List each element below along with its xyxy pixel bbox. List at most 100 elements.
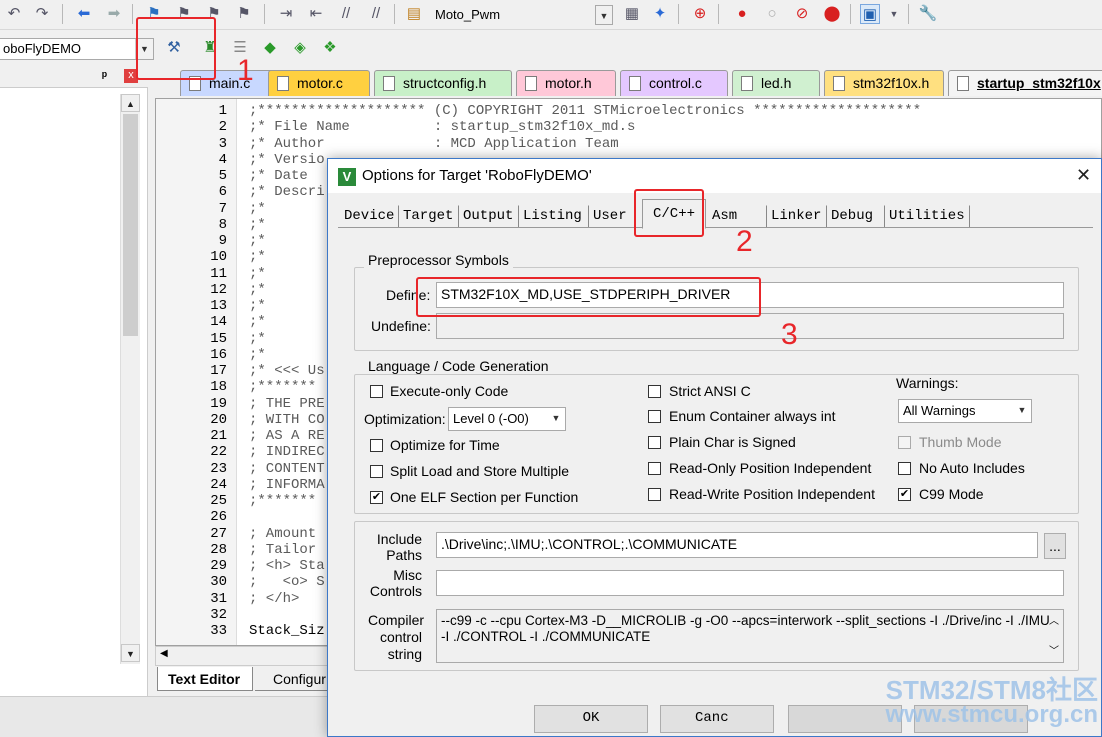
scroll-left-icon[interactable]: ◀ [160, 648, 168, 659]
code-line[interactable]: ;* Versio [249, 152, 325, 168]
include-paths-input[interactable]: .\Drive\inc;.\IMU;.\CONTROL;.\COMMUNICAT… [436, 532, 1038, 558]
code-line[interactable]: ;* [249, 266, 266, 282]
close-icon[interactable]: ✕ [1076, 165, 1091, 186]
redo-icon[interactable]: ↷ [32, 4, 52, 24]
scrollbar-thumb[interactable] [123, 114, 138, 336]
code-line[interactable]: ; CONTENT [249, 461, 325, 477]
window-layout-icon[interactable]: ▣ [860, 4, 880, 24]
tab-asm[interactable]: Asm [708, 205, 741, 227]
scroll-down-icon[interactable]: ▼ [121, 644, 140, 662]
tab-linker[interactable]: Linker [766, 205, 825, 227]
tab-device[interactable]: Device [340, 205, 398, 227]
code-line[interactable]: ; </h> [249, 591, 299, 607]
warnings-select[interactable]: All Warnings ▼ [898, 399, 1032, 423]
debug-start-icon[interactable]: ⊕ [690, 4, 710, 24]
code-line[interactable]: ; AS A RE [249, 428, 325, 444]
code-line[interactable]: ;* File Name : startup_stm32f10x_md.s [249, 119, 635, 135]
c99-mode-checkbox[interactable]: ✔ [898, 488, 911, 501]
run-env-icon[interactable]: ◆ [260, 38, 280, 58]
code-line[interactable]: ;* <<< Us [249, 363, 325, 379]
ok-button[interactable]: OK [534, 705, 648, 733]
code-line[interactable]: ;* [249, 233, 266, 249]
chevron-down-icon[interactable]: ▼ [884, 4, 904, 24]
magic-wand-icon[interactable]: ✦ [650, 4, 670, 24]
tab-control-c[interactable]: control.c [620, 70, 728, 96]
scroll-up-icon[interactable]: ︿ [1049, 614, 1059, 630]
tab-output[interactable]: Output [458, 205, 517, 227]
find-in-files-icon[interactable]: ▤ [404, 4, 424, 24]
code-line[interactable]: ;******* [249, 379, 316, 395]
pack-installer-icon[interactable]: ❖ [320, 38, 340, 58]
strict-ansi-checkbox[interactable] [648, 385, 661, 398]
breakpoint-disable-icon[interactable]: ○ [762, 4, 782, 24]
optimization-select[interactable]: Level 0 (-O0) ▼ [448, 407, 566, 431]
breakpoint-kill-icon[interactable]: ⬤ [822, 4, 842, 24]
wrench-icon[interactable]: 🔧 [918, 4, 938, 24]
tab-configuration[interactable]: Configur [255, 667, 335, 691]
tab-led-h[interactable]: led.h [732, 70, 820, 96]
nav-forward-icon[interactable]: ➡ [104, 4, 124, 24]
unindent-icon[interactable]: ⇤ [306, 4, 326, 24]
tab-user[interactable]: User [588, 205, 631, 227]
tab-debug[interactable]: Debug [826, 205, 877, 227]
tab-structconfig-h[interactable]: structconfig.h [374, 70, 512, 96]
code-line[interactable]: ; <o> S [249, 574, 325, 590]
code-line[interactable]: ;* [249, 249, 266, 265]
code-line[interactable]: ;* [249, 298, 266, 314]
code-line[interactable]: ;* [249, 347, 266, 363]
undo-icon[interactable]: ↶ [4, 4, 24, 24]
project-combo[interactable]: oboFlyDEMO ▼ [0, 38, 154, 60]
code-line[interactable]: ;* Descri [249, 184, 325, 200]
tab-listing[interactable]: Listing [518, 205, 586, 227]
code-line[interactable]: ; THE PRE [249, 396, 325, 412]
chevron-down-icon[interactable]: ▼ [1013, 400, 1031, 422]
code-line[interactable]: ;******************** (C) COPYRIGHT 2011… [249, 103, 921, 119]
execute-only-checkbox[interactable] [370, 385, 383, 398]
misc-controls-input[interactable] [436, 570, 1064, 596]
code-line[interactable]: ;* [249, 217, 266, 233]
bookmark-clear-icon[interactable]: ⚑ [234, 4, 254, 24]
code-line[interactable]: ; WITH CO [249, 412, 325, 428]
indent-icon[interactable]: ⇥ [276, 4, 296, 24]
scroll-up-icon[interactable]: ▲ [121, 94, 140, 112]
pin-icon[interactable]: ᵖ [102, 68, 107, 83]
uncomment-icon[interactable]: // [366, 4, 386, 24]
tab-motor-c[interactable]: motor.c [268, 70, 370, 96]
split-load-checkbox[interactable] [370, 465, 383, 478]
no-auto-includes-checkbox[interactable] [898, 462, 911, 475]
code-line[interactable]: ; Amount [249, 526, 316, 542]
code-line[interactable]: ;* Date [249, 168, 308, 184]
code-line[interactable]: ;* Author : MCD Application Team [249, 136, 619, 152]
optimize-time-checkbox[interactable] [370, 439, 383, 452]
enum-container-checkbox[interactable] [648, 410, 661, 423]
ro-pos-checkbox[interactable] [648, 462, 661, 475]
code-line[interactable]: ; INDIREC [249, 444, 325, 460]
code-line[interactable]: Stack_Siz [249, 623, 325, 639]
breakpoint-icon[interactable]: ● [732, 4, 752, 24]
horizontal-scrollbar[interactable]: ◀ [155, 646, 330, 666]
code-line[interactable]: ; Tailor [249, 542, 316, 558]
select-packs-icon[interactable]: ◈ [290, 38, 310, 58]
tab-stm32f10x-h[interactable]: stm32f10x.h [824, 70, 944, 96]
code-line[interactable]: ;* [249, 282, 266, 298]
code-line[interactable]: ;* [249, 314, 266, 330]
tab-text-editor[interactable]: Text Editor [157, 667, 253, 691]
target-combo[interactable]: Moto_Pwm ▼ [430, 4, 614, 26]
scroll-down-icon[interactable]: ﹀ [1049, 644, 1059, 660]
comment-icon[interactable]: // [336, 4, 356, 24]
project-panel-scrollbar[interactable]: ▲ ▼ [120, 94, 140, 664]
cancel-button[interactable]: Canc [660, 705, 774, 733]
tab-utilities[interactable]: Utilities [884, 205, 970, 227]
code-line[interactable]: ; INFORMA [249, 477, 325, 493]
tab-startup-active[interactable]: startup_stm32f10x [948, 70, 1102, 96]
code-line[interactable]: ;* [249, 201, 266, 217]
nav-back-icon[interactable]: ⬅ [74, 4, 94, 24]
chevron-down-icon[interactable]: ▼ [595, 5, 613, 25]
tab-target[interactable]: Target [398, 205, 457, 227]
code-line[interactable]: ; <h> Sta [249, 558, 325, 574]
browse-button[interactable]: ... [1044, 533, 1066, 559]
breakpoint-clear-icon[interactable]: ⊘ [792, 4, 812, 24]
rw-pos-checkbox[interactable] [648, 488, 661, 501]
code-line[interactable]: ;******* [249, 493, 316, 509]
document-icon[interactable]: ▦ [622, 4, 642, 24]
